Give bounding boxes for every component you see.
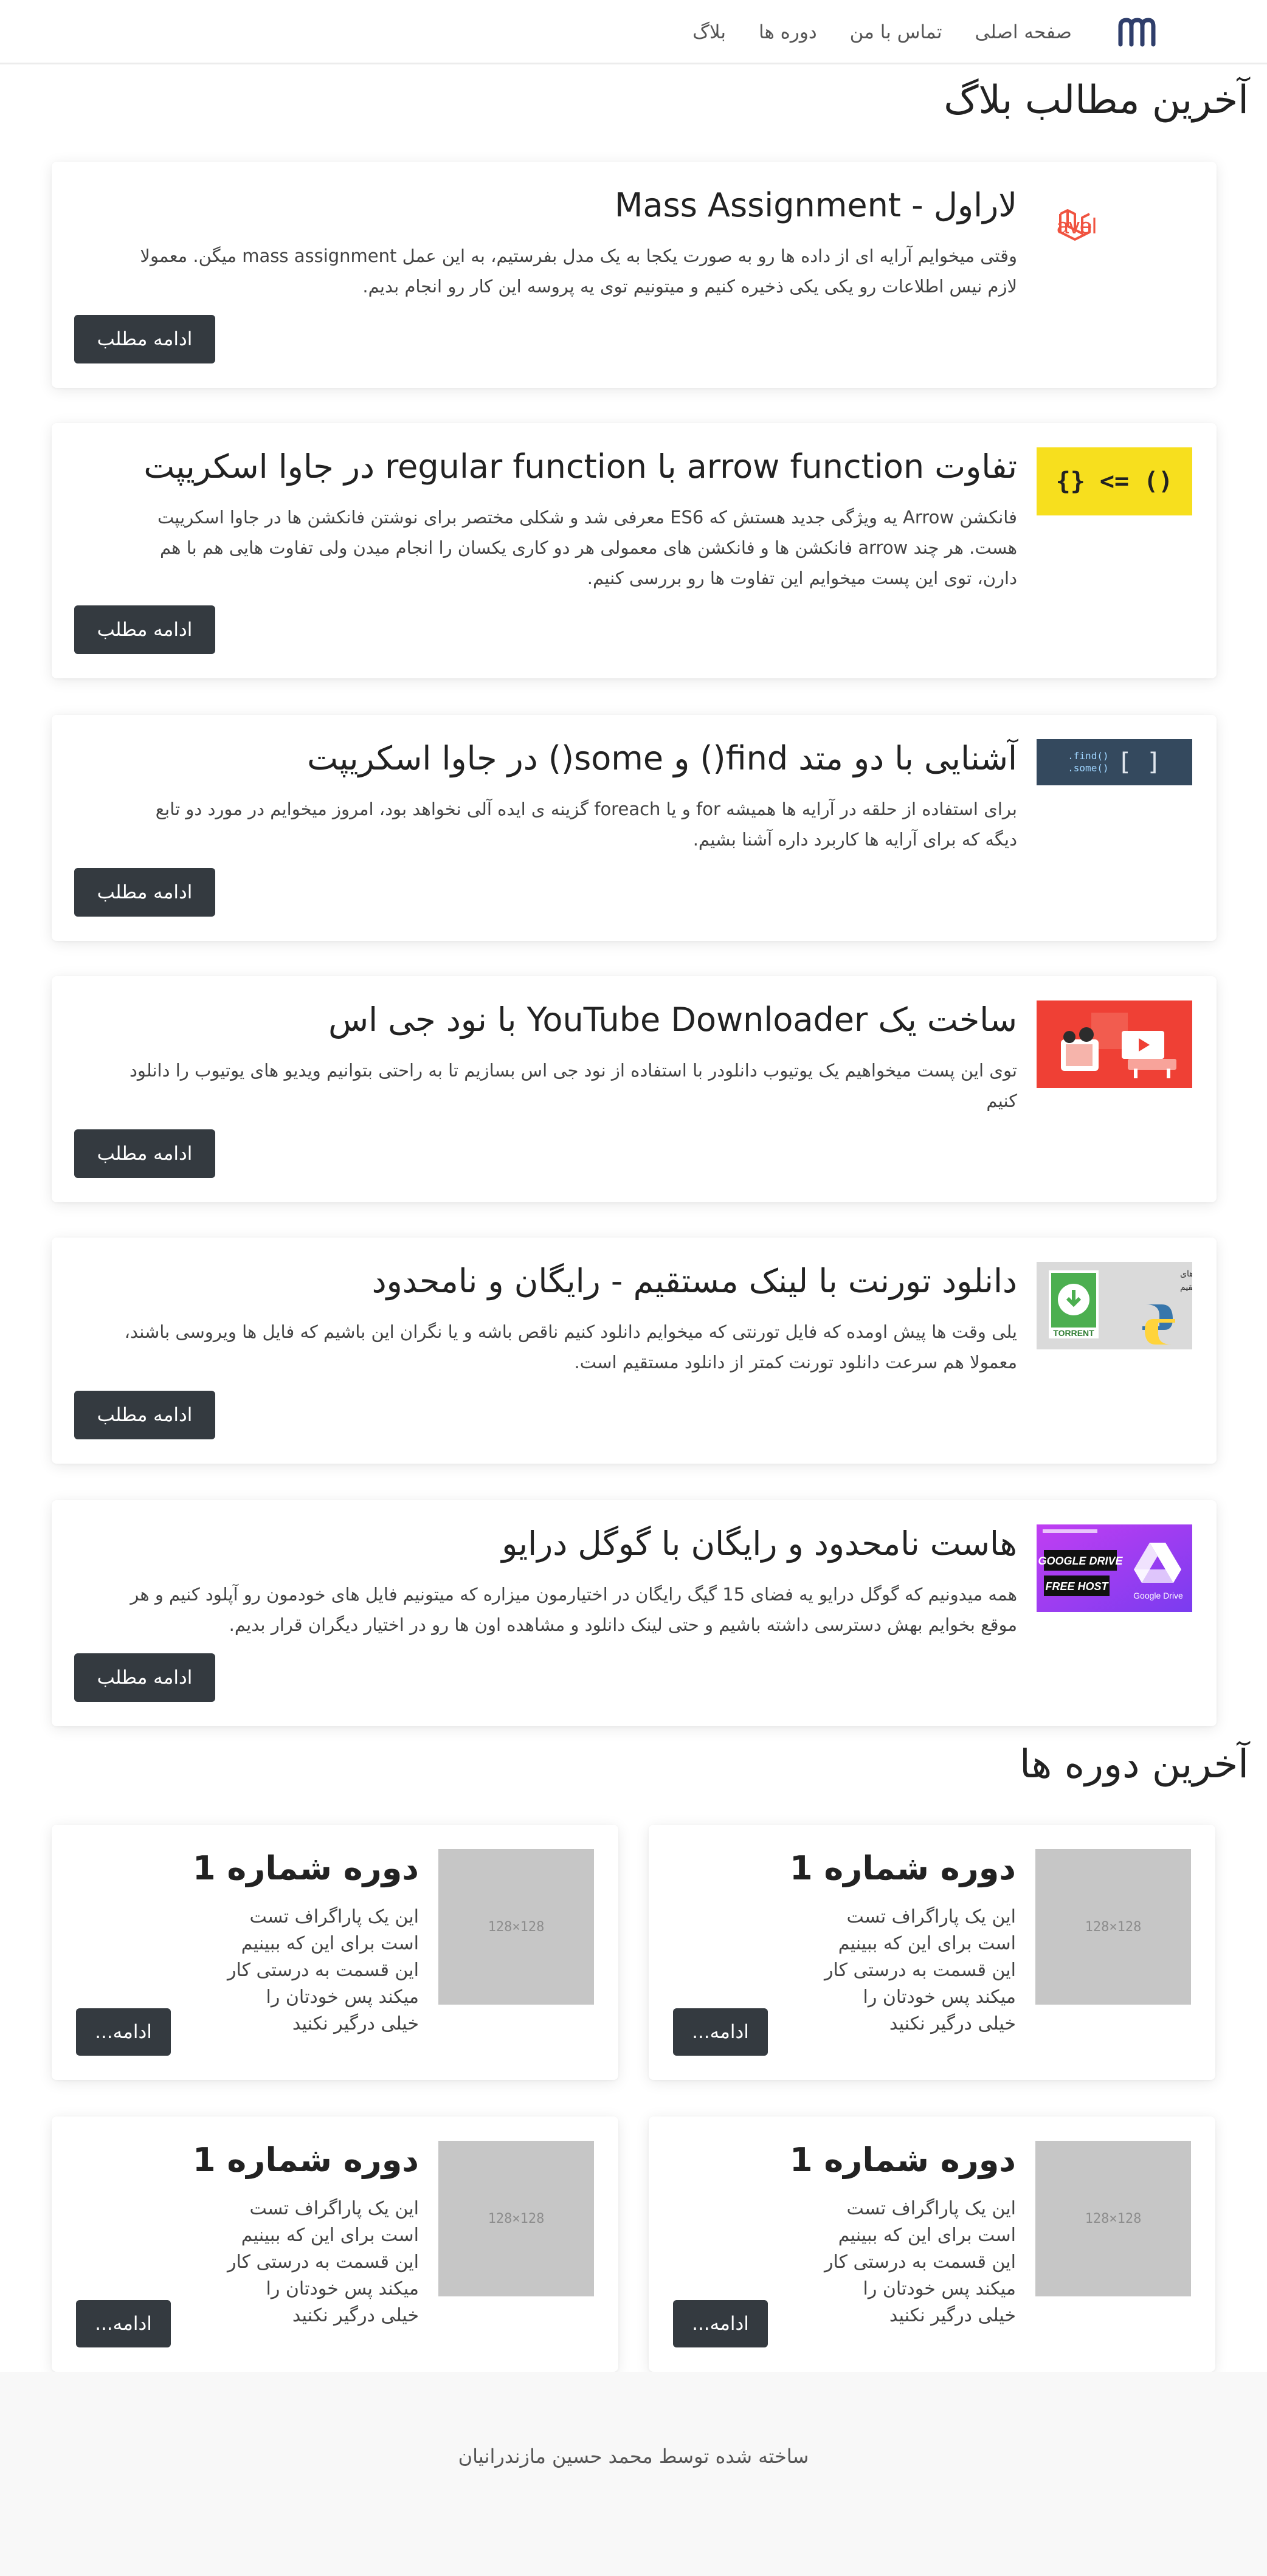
arrow-function-thumb-text: () => {} (1055, 467, 1173, 495)
site-logo-icon[interactable] (1114, 15, 1161, 49)
laravel-logo-icon[interactable]: Laravel (1037, 188, 1192, 261)
post-title[interactable]: آشنایی با دو متد find() و some() در جاوا… (307, 739, 1017, 777)
free-host-thumb-label: FREE HOST (1045, 1580, 1109, 1593)
course-title[interactable]: دوره شماره 1 (790, 2141, 1016, 2179)
post-card: ساخت یک YouTube Downloader با نود جی اس … (52, 976, 1217, 1202)
course-thumb-placeholder[interactable]: 128×128 (1035, 1849, 1191, 2005)
post-excerpt: وقتی میخوایم آرایه ای از داده ها رو به ص… (140, 246, 1017, 297)
navbar: صفحه اصلی تماس با من دوره ها بلاگ (0, 0, 1267, 64)
post-title[interactable]: ساخت یک YouTube Downloader با نود جی اس (328, 1000, 1017, 1039)
post-title[interactable]: هاست نامحدود و رایگان با گوگل درایو (502, 1524, 1017, 1563)
find-some-brackets: [ ] (1117, 748, 1161, 776)
read-more-button[interactable]: ادامه مطلب (74, 605, 215, 654)
torrent-thumb-icon[interactable]: TORRENT راکنور فایل های تورنت با لینک مس… (1037, 1262, 1192, 1349)
google-drive-thumb-icon[interactable]: GOOGLE DRIVE FREE HOST Google Drive (1037, 1524, 1192, 1612)
course-card: 128×128 دوره شماره 1 این یک پاراگراف تست… (649, 2116, 1215, 2372)
nav-link-courses[interactable]: دوره ها (759, 21, 817, 43)
course-read-more-button[interactable]: ادامه... (673, 2008, 768, 2056)
post-title[interactable]: لاراول - Mass Assignment (615, 186, 1017, 224)
google-drive-caption: Google Drive (1133, 1591, 1183, 1600)
course-read-more-button[interactable]: ادامه... (76, 2008, 171, 2056)
torrent-label: TORRENT (1053, 1328, 1094, 1338)
post-excerpt: یلی وقت ها پیش اومده که فایل تورنتی که م… (124, 1321, 1017, 1372)
course-text: این یک پاراگراف تست است برای این که ببین… (824, 2198, 1016, 2326)
post-card: Laravel لاراول - Mass Assignment وقتی می… (52, 162, 1217, 388)
read-more-button[interactable]: ادامه مطلب (74, 1391, 215, 1439)
read-more-button[interactable]: ادامه مطلب (74, 868, 215, 917)
torrent-thumb-line1: راکنور فایل های (1180, 1269, 1192, 1279)
course-title[interactable]: دوره شماره 1 (790, 1849, 1016, 1887)
post-excerpt: فانکشن Arrow یه ویژگی جدید هستش که ES6 م… (157, 507, 1017, 588)
course-text: این یک پاراگراف تست است برای این که ببین… (227, 1906, 419, 2034)
google-drive-thumb-label: GOOGLE DRIVE (1038, 1555, 1123, 1567)
course-title[interactable]: دوره شماره 1 (193, 1849, 419, 1887)
read-more-button[interactable]: ادامه مطلب (74, 1653, 215, 1702)
post-excerpt: همه میدونیم که گوگل درایو یه فضای 15 گیگ… (130, 1584, 1017, 1635)
read-more-button[interactable]: ادامه مطلب (74, 315, 215, 363)
course-read-more-button[interactable]: ادامه... (76, 2300, 171, 2347)
post-excerpt: توی این پست میخواهیم یک یوتیوب دانلودر ب… (129, 1060, 1017, 1111)
blog-section-title: آخرین مطالب بلاگ (944, 78, 1249, 123)
youtube-downloader-thumb-icon[interactable] (1037, 1000, 1192, 1088)
course-text: این یک پاراگراف تست است برای این که ببین… (824, 1906, 1016, 2034)
post-title[interactable]: دانلود تورنت با لینک مستقیم - رایگان و ن… (372, 1262, 1017, 1300)
course-card: 128×128 دوره شماره 1 این یک پاراگراف تست… (649, 1825, 1215, 2080)
nav-link-contact[interactable]: تماس با من (850, 21, 942, 43)
post-excerpt: برای استفاده از حلقه در آرایه ها همیشه f… (155, 799, 1017, 850)
post-card: () => {} تفاوت arrow function با regular… (52, 423, 1217, 678)
course-card: 128×128 دوره شماره 1 این یک پاراگراف تست… (52, 1825, 618, 2080)
course-card: 128×128 دوره شماره 1 این یک پاراگراف تست… (52, 2116, 618, 2372)
course-thumb-placeholder[interactable]: 128×128 (438, 2141, 594, 2296)
course-thumb-placeholder[interactable]: 128×128 (438, 1849, 594, 2005)
course-read-more-button[interactable]: ادامه... (673, 2300, 768, 2347)
read-more-button[interactable]: ادامه مطلب (74, 1129, 215, 1178)
some-method-label: .some() (1068, 762, 1109, 774)
nav-link-blog[interactable]: بلاگ (692, 21, 726, 43)
find-some-thumb-icon[interactable]: [ ] .find() .some() (1037, 739, 1192, 785)
laravel-wordmark: Laravel (1057, 213, 1097, 238)
nav-link-home[interactable]: صفحه اصلی (975, 21, 1072, 43)
nav-inner: صفحه اصلی تماس با من دوره ها بلاگ (660, 0, 1161, 64)
post-card: [ ] .find() .some() آشنایی با دو متد fin… (52, 715, 1217, 941)
post-card: TORRENT راکنور فایل های تورنت با لینک مس… (52, 1238, 1217, 1464)
torrent-thumb-line2: تورنت با لینک مستقیم (1180, 1283, 1192, 1292)
post-card: GOOGLE DRIVE FREE HOST Google Drive هاست… (52, 1500, 1217, 1726)
course-title[interactable]: دوره شماره 1 (193, 2141, 419, 2179)
post-title[interactable]: تفاوت arrow function با regular function… (143, 447, 1017, 486)
footer-credit: ساخته شده توسط محمد حسین مازندرانیان (458, 2445, 809, 2468)
footer: ساخته شده توسط محمد حسین مازندرانیان (0, 2372, 1267, 2576)
course-text: این یک پاراگراف تست است برای این که ببین… (227, 2198, 419, 2326)
course-thumb-placeholder[interactable]: 128×128 (1035, 2141, 1191, 2296)
arrow-function-thumb-icon[interactable]: () => {} (1037, 447, 1192, 515)
find-method-label: .find() (1068, 750, 1109, 762)
courses-section-title: آخرین دوره ها (1020, 1742, 1249, 1787)
